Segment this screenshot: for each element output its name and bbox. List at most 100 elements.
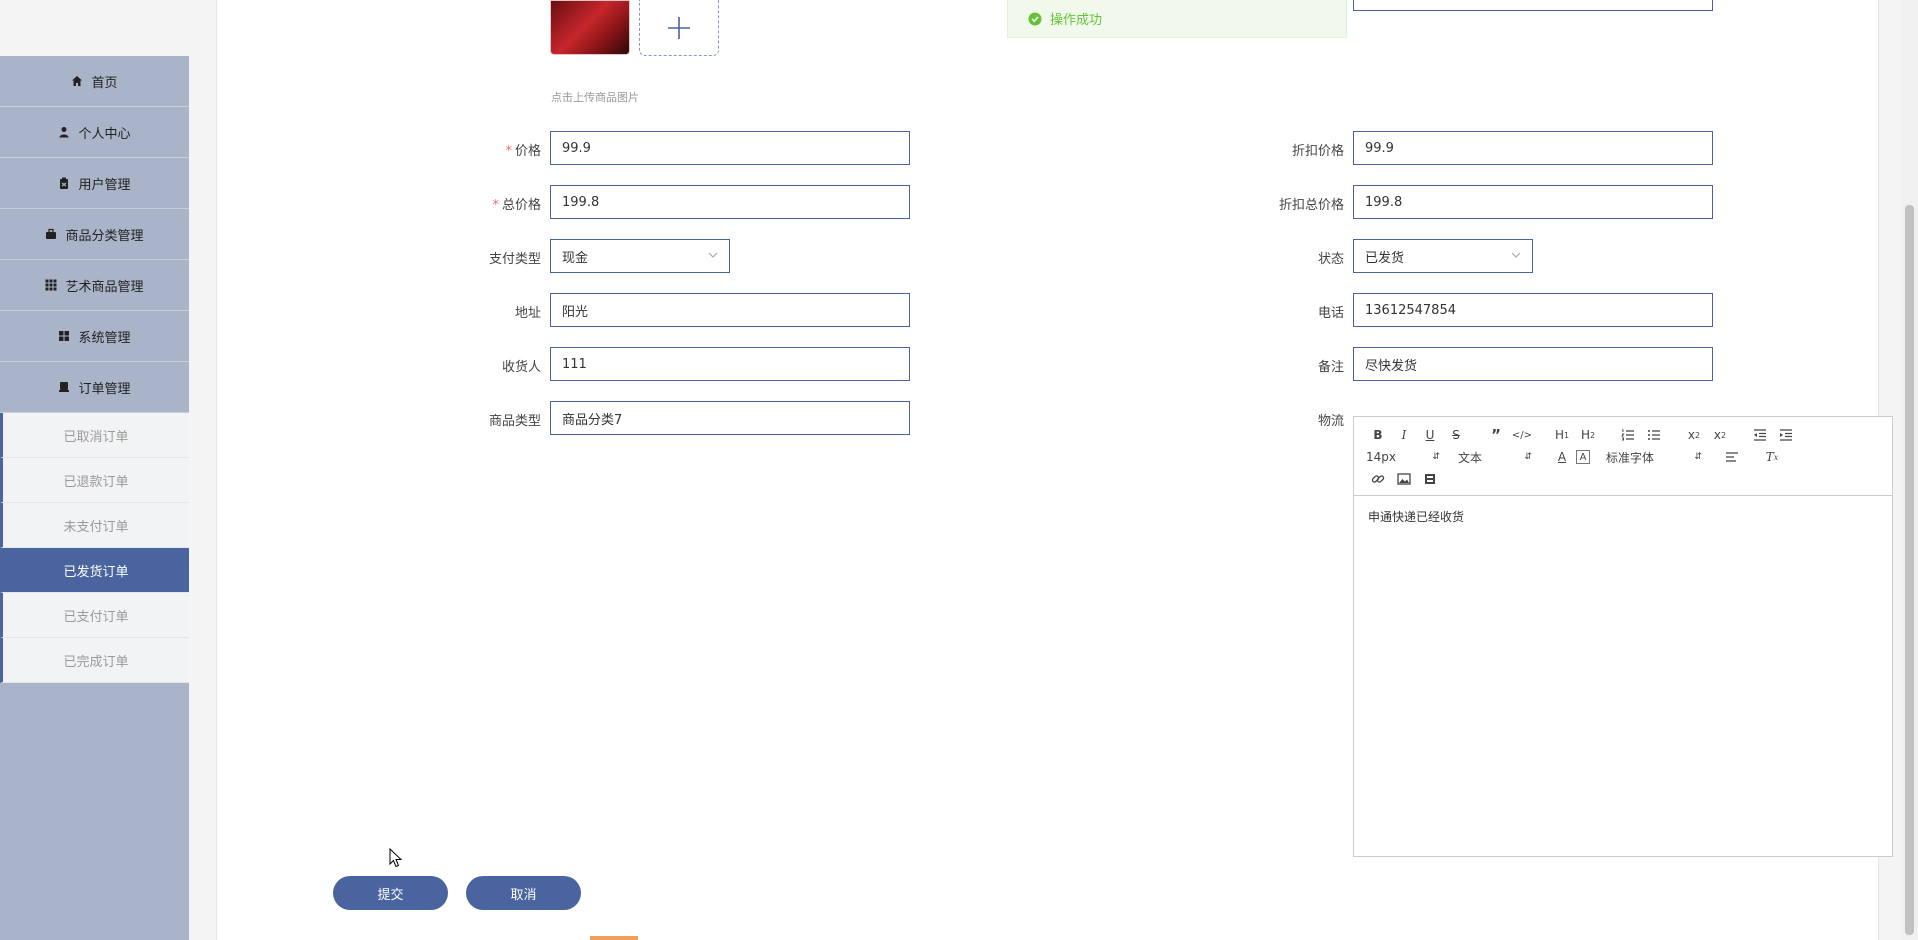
sidebar-subitem-unpaid-orders[interactable]: 未支付订单	[0, 503, 189, 548]
remark-input[interactable]: 尽快发货	[1353, 347, 1713, 381]
price-label-text: 价格	[514, 144, 541, 159]
sidebar-subitem-cancelled-orders[interactable]: 已取消订单	[0, 413, 189, 458]
blockquote-icon[interactable]: ”	[1484, 425, 1508, 445]
payment-type-select[interactable]: 现金	[550, 239, 730, 273]
clear-format-icon[interactable]: Tx	[1760, 447, 1784, 467]
align-left-icon[interactable]	[1720, 447, 1744, 467]
logistics-label: 物流	[1317, 414, 1344, 429]
sidebar-item-label: 个人中心	[78, 126, 131, 142]
user-icon	[59, 127, 69, 138]
receiver-input[interactable]: 111	[550, 347, 910, 381]
bold-icon[interactable]: B	[1366, 425, 1390, 445]
status-select[interactable]: 已发货	[1353, 239, 1533, 273]
toast-message: 操作成功	[1050, 13, 1103, 28]
total-price-input[interactable]: 199.8	[550, 185, 910, 219]
font-family-picker[interactable]: 标准字体 ⇵	[1606, 449, 1702, 466]
strikethrough-icon[interactable]: S	[1444, 425, 1468, 445]
chevron-down-icon	[1511, 252, 1521, 258]
discount-total-price-input[interactable]: 199.8	[1353, 185, 1713, 219]
upload-image-button[interactable]	[639, 0, 719, 56]
sidebar-item-label: 系统管理	[78, 330, 131, 346]
updown-icon: ⇵	[1694, 452, 1702, 462]
required-marker: *	[492, 198, 499, 213]
home-icon	[72, 76, 83, 86]
sidebar-item-system[interactable]: 系统管理	[0, 311, 189, 362]
phone-input[interactable]: 13612547854	[1353, 293, 1713, 327]
main-content: 点击上传商品图片 操作成功 * 价格 99.9 * 总价格 199.8 支付类型 现…	[216, 0, 1893, 940]
discount-price-input[interactable]: 99.9	[1353, 131, 1713, 165]
status-label: 状态	[1317, 252, 1344, 267]
editor-content[interactable]: 申通快递已经收货	[1354, 496, 1892, 537]
sidebar-item-label: 商品分类管理	[65, 228, 144, 244]
video-icon[interactable]	[1418, 469, 1442, 489]
sidebar-item-label: 首页	[91, 75, 118, 91]
phone-label: 电话	[1317, 306, 1344, 321]
address-input[interactable]: 阳光	[550, 293, 910, 327]
sidebar: 首页 个人中心 用户管理 商品分类管理 艺术商品管理 系统管理 订单管理 已取消…	[0, 56, 189, 940]
upload-hint: 点击上传商品图片	[551, 91, 639, 104]
code-block-icon[interactable]: </>	[1510, 425, 1534, 445]
total-price-label-text: 总价格	[501, 198, 541, 213]
product-image-thumbnail[interactable]	[550, 0, 630, 55]
font-size-value: 14px	[1366, 450, 1396, 464]
price-input[interactable]: 99.9	[550, 131, 910, 165]
italic-icon[interactable]: I	[1392, 425, 1416, 445]
address-label: 地址	[514, 306, 541, 321]
ordered-list-icon[interactable]	[1616, 425, 1640, 445]
sidebar-subitem-shipped-orders[interactable]: 已发货订单	[0, 548, 189, 593]
submit-button[interactable]: 提交	[333, 876, 448, 910]
indent-icon[interactable]	[1774, 425, 1798, 445]
sidebar-item-home[interactable]: 首页	[0, 56, 189, 107]
sidebar-item-art-goods[interactable]: 艺术商品管理	[0, 260, 189, 311]
category-input[interactable]: 商品分类7	[550, 401, 910, 435]
outdent-icon[interactable]	[1748, 425, 1772, 445]
font-size-picker[interactable]: 14px ⇵	[1366, 450, 1440, 464]
sidebar-item-label: 艺术商品管理	[65, 279, 144, 295]
block-type-picker[interactable]: 文本 ⇵	[1458, 449, 1532, 466]
apps-icon	[59, 331, 70, 341]
required-marker: *	[505, 144, 512, 159]
discount-total-price-label: 折扣总价格	[1278, 198, 1344, 213]
receiver-label: 收货人	[501, 360, 541, 375]
price-label: * 价格	[257, 140, 541, 159]
updown-icon: ⇵	[1432, 452, 1440, 462]
category-label: 商品类型	[488, 414, 541, 429]
header-2-icon[interactable]: H2	[1576, 425, 1600, 445]
link-icon[interactable]	[1366, 469, 1390, 489]
plus-icon	[668, 16, 690, 39]
header-1-icon[interactable]: H1	[1550, 425, 1574, 445]
check-circle-icon	[1028, 12, 1042, 25]
bottom-accent-strip	[590, 936, 638, 940]
clipboard-icon	[60, 177, 69, 189]
underline-icon[interactable]: U	[1418, 425, 1442, 445]
sidebar-item-category[interactable]: 商品分类管理	[0, 209, 189, 260]
sidebar-item-users[interactable]: 用户管理	[0, 158, 189, 209]
status-value: 已发货	[1365, 250, 1405, 266]
payment-type-value: 现金	[562, 250, 589, 266]
success-toast: 操作成功	[1007, 0, 1347, 38]
sidebar-item-label: 订单管理	[78, 381, 131, 397]
sidebar-item-orders[interactable]: 订单管理	[0, 362, 189, 413]
grid-icon	[45, 279, 57, 291]
top-input-field[interactable]	[1353, 0, 1713, 11]
scrollbar-thumb[interactable]	[1905, 205, 1914, 935]
sidebar-item-profile[interactable]: 个人中心	[0, 107, 189, 158]
remark-label: 备注	[1317, 360, 1344, 375]
discount-price-label: 折扣价格	[1291, 144, 1344, 159]
sidebar-item-label: 用户管理	[78, 177, 131, 193]
superscript-icon[interactable]: x2	[1708, 425, 1732, 445]
subscript-icon[interactable]: x2	[1682, 425, 1706, 445]
image-icon[interactable]	[1392, 469, 1416, 489]
chevron-down-icon	[708, 252, 718, 258]
sidebar-subitem-completed-orders[interactable]: 已完成订单	[0, 638, 189, 683]
total-price-label: * 总价格	[257, 194, 541, 213]
bullet-list-icon[interactable]	[1642, 425, 1666, 445]
cancel-button[interactable]: 取消	[466, 876, 581, 910]
page-scrollbar[interactable]	[1901, 0, 1918, 940]
briefcase-icon	[46, 228, 57, 239]
logistics-editor: B I U S ” </> H1 H2 x2 x2 14px ⇵ 文本 ⇵ A …	[1353, 416, 1893, 857]
sidebar-subitem-paid-orders[interactable]: 已支付订单	[0, 593, 189, 638]
sidebar-subitem-refunded-orders[interactable]: 已退款订单	[0, 458, 189, 503]
background-color-icon[interactable]: A	[1576, 450, 1590, 464]
text-color-icon[interactable]: A	[1550, 447, 1574, 467]
